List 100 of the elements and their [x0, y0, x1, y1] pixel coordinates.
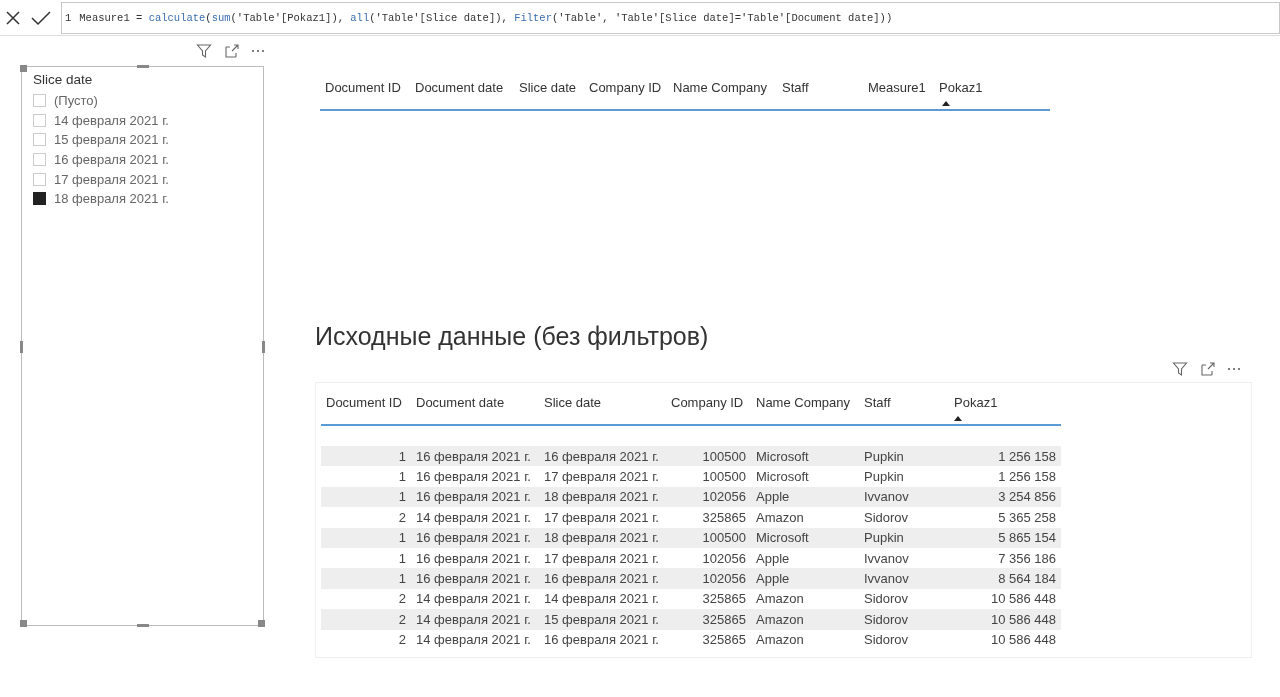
column-header[interactable]: Company ID	[663, 387, 751, 424]
table-cell-text: 102056	[701, 571, 747, 587]
column-header[interactable]: Name Company	[668, 72, 777, 109]
table-cell-text: 16 февраля 2021 г.	[415, 489, 532, 505]
focus-mode-icon[interactable]	[1200, 361, 1216, 377]
table-cell-text: 14 февраля 2021 г.	[415, 591, 532, 607]
table-cell-text: 100500	[701, 530, 747, 546]
resize-handle[interactable]	[20, 65, 27, 72]
table-cell-text: 325865	[701, 632, 747, 648]
table-cell-text: 14 февраля 2021 г.	[415, 632, 532, 648]
table-cell-text: 14 февраля 2021 г.	[543, 591, 660, 607]
column-header[interactable]: Slice date	[539, 387, 663, 424]
table-cell-text: 325865	[701, 509, 747, 525]
column-header[interactable]: Company ID	[584, 72, 668, 109]
column-header[interactable]: Pokaz1	[934, 72, 1050, 109]
table-cell-text: Pupkin	[863, 469, 905, 485]
table-cell-text: Microsoft	[755, 448, 810, 464]
column-header[interactable]: Slice date	[514, 72, 584, 109]
table-cell-text: 1 256 158	[997, 469, 1057, 485]
table-cell-text: 16 февраля 2021 г.	[415, 530, 532, 546]
table-cell-text: 2	[397, 509, 407, 525]
table-cell-text: 1	[397, 530, 407, 546]
table-cell-text: 1	[397, 550, 407, 566]
slicer-item-label[interactable]: 18 февраля 2021 г.	[54, 191, 169, 207]
cancel-icon[interactable]	[5, 9, 21, 26]
table-cell-text: 16 февраля 2021 г.	[543, 448, 660, 464]
table-cell-text: Sidorov	[863, 611, 910, 627]
table-cell-text: 1	[397, 469, 407, 485]
column-header[interactable]: Pokaz1	[946, 387, 1061, 424]
line-number: 1	[65, 11, 72, 24]
table-cell-text: 5 365 258	[997, 509, 1057, 525]
table-cell-text: Amazon	[755, 611, 805, 627]
section-title: Исходные данные (без фильтров)	[315, 322, 710, 352]
checkmark-icon[interactable]	[31, 9, 51, 26]
focus-mode-icon[interactable]	[224, 43, 240, 59]
slicer-item-label[interactable]: 17 февраля 2021 г.	[54, 171, 169, 187]
table-cell-text: 102056	[701, 550, 747, 566]
table-cell-text: Ivvanov	[863, 550, 910, 566]
resize-handle[interactable]	[137, 65, 149, 68]
slicer-title: Slice date	[33, 72, 94, 87]
column-header[interactable]: Document ID	[320, 72, 410, 109]
table-cell-text: 16 февраля 2021 г.	[415, 469, 532, 485]
table-cell-text: 10 586 448	[989, 632, 1057, 648]
table-cell-text: 15 февраля 2021 г.	[543, 611, 660, 627]
table-cell-text: 1 256 158	[997, 448, 1057, 464]
column-header[interactable]: Measure1	[863, 72, 934, 109]
table-cell-text: Sidorov	[863, 509, 910, 525]
column-header[interactable]: Document date	[411, 387, 539, 424]
column-header[interactable]: Name Company	[751, 387, 859, 424]
table-cell-text: 7 356 186	[997, 550, 1057, 566]
table-cell-text: Microsoft	[755, 469, 810, 485]
slicer-item-label[interactable]: (Пусто)	[54, 93, 98, 109]
table-cell-text: 8 564 184	[997, 571, 1057, 587]
table-cell-text: 16 февраля 2021 г.	[543, 571, 660, 587]
table-cell-text: 18 февраля 2021 г.	[543, 530, 660, 546]
table-cell-text: Apple	[755, 489, 791, 505]
column-header[interactable]: Document ID	[321, 387, 411, 424]
table-cell-text: 3 254 856	[997, 489, 1057, 505]
table-cell-text: Apple	[755, 550, 791, 566]
filter-icon[interactable]	[196, 43, 212, 59]
table-cell-text: 5 865 154	[997, 530, 1057, 546]
table-cell-text: 1	[397, 489, 407, 505]
table-cell-text: Pupkin	[863, 448, 905, 464]
table-cell-text: 10 586 448	[989, 591, 1057, 607]
table-cell-text: Amazon	[755, 509, 805, 525]
table-cell-text: 16 февраля 2021 г.	[415, 550, 532, 566]
resize-handle[interactable]	[20, 341, 23, 353]
table-cell-text: 1	[397, 448, 407, 464]
table-cell-text: Amazon	[755, 632, 805, 648]
table-cell-text: 10 586 448	[989, 611, 1057, 627]
resize-handle[interactable]	[258, 620, 265, 627]
table-cell-text: Ivvanov	[863, 489, 910, 505]
table-cell-text: 16 февраля 2021 г.	[415, 571, 532, 587]
table-cell-text: Sidorov	[863, 632, 910, 648]
formula-input[interactable]: 1 Measure1 = calculate(sum('Table'[Pokaz1]), all('Table'[Slice date]), Filter('Table', 'Table'[Slice date]='Table'[Document date]))	[61, 1, 1280, 34]
resize-handle[interactable]	[20, 620, 27, 627]
slicer-item-label[interactable]: 16 февраля 2021 г.	[54, 152, 169, 168]
table-cell-text: 325865	[701, 591, 747, 607]
table-cell-text: Ivvanov	[863, 571, 910, 587]
table-cell-text: 16 февраля 2021 г.	[415, 448, 532, 464]
checkbox[interactable]	[33, 192, 46, 206]
table-cell-text: 100500	[701, 469, 747, 485]
table-cell-text: Amazon	[755, 591, 805, 607]
sort-arrow-icon	[954, 416, 962, 421]
table-cell-text: 2	[397, 632, 407, 648]
resize-handle[interactable]	[262, 341, 265, 353]
resize-handle[interactable]	[137, 624, 149, 627]
formula-text: Measure1 = calculate(sum('Table'[Pokaz1]), all('Table'[Slice date]), Filter('Table', 'Table'[Slice date]='Table'[Document date]))	[79, 11, 893, 24]
column-header[interactable]: Document date	[410, 72, 514, 109]
sort-arrow-icon	[942, 101, 950, 106]
table-cell-text: Microsoft	[755, 530, 810, 546]
slicer-item-label[interactable]: 15 февраля 2021 г.	[54, 132, 169, 148]
filter-icon[interactable]	[1172, 361, 1188, 377]
slicer-item-label[interactable]: 14 февраля 2021 г.	[54, 112, 169, 128]
column-header[interactable]: Staff	[777, 72, 863, 109]
column-header[interactable]: Staff	[859, 387, 946, 424]
table-cell-text: 102056	[701, 489, 747, 505]
table-cell-text: 100500	[701, 448, 747, 464]
table-cell-text: Sidorov	[863, 591, 910, 607]
table-cell-text: Apple	[755, 571, 791, 587]
